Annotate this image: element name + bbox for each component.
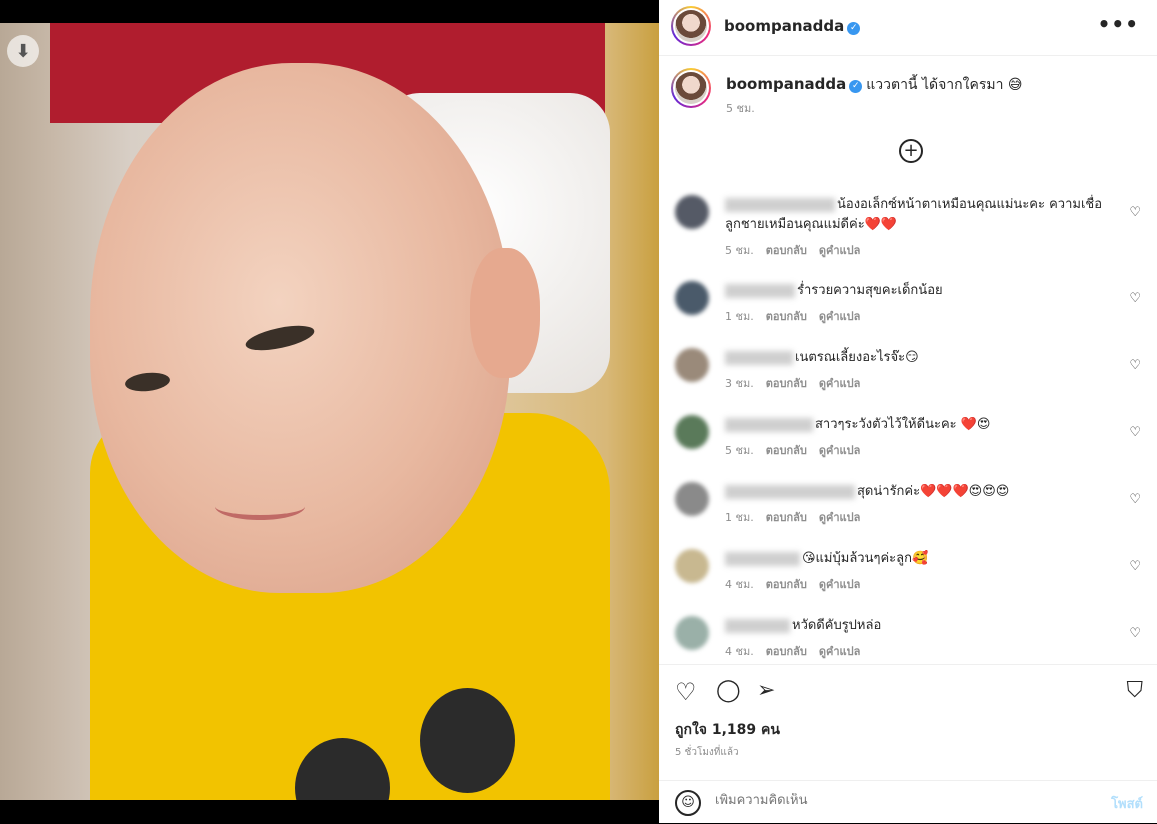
comment-like-icon[interactable]: ♡: [1129, 358, 1141, 373]
author-avatar[interactable]: [671, 6, 711, 46]
verified-badge-icon: ✓: [849, 80, 863, 93]
comment-item: น้องอเล็กซ์หน้าตาเหมือนคุณแม่นะคะ ความเช…: [675, 195, 1145, 257]
comment-item: 😘แม่บุ้มล้วนๆค่ะลูก🥰 4 ชม. ตอบกลับ ดูคำแปล…: [675, 549, 1145, 591]
load-more-comments-button[interactable]: +: [899, 139, 923, 163]
comment-time: 4 ชม.: [725, 645, 754, 658]
emoji-icon[interactable]: ☺: [675, 790, 701, 816]
comment-like-icon[interactable]: ♡: [1129, 559, 1141, 574]
comment-time: 3 ชม.: [725, 377, 754, 390]
comment-time: 5 ชม.: [725, 244, 754, 257]
comment-icon[interactable]: ◯: [716, 678, 741, 703]
actions-divider: [659, 664, 1157, 665]
share-icon[interactable]: ➢: [757, 678, 775, 703]
post-media: ⬇: [0, 0, 659, 823]
comment-text: สาวๆระวังตัวไว้ให้ดีนะคะ ❤️😍: [815, 417, 991, 432]
more-options-icon[interactable]: •••: [1098, 12, 1139, 36]
verified-badge-icon: ✓: [847, 22, 861, 35]
see-translation-button[interactable]: ดูคำแปล: [819, 310, 861, 323]
comment-text: 😘แม่บุ้มล้วนๆค่ะลูก🥰: [802, 551, 929, 566]
commenter-avatar[interactable]: [675, 348, 709, 382]
comment-input[interactable]: [715, 793, 1075, 808]
photo-baby-mouth: [215, 493, 305, 520]
reply-button[interactable]: ตอบกลับ: [766, 377, 807, 390]
comment-text: เนตรณเลี้ยงอะไรจ๊ะ😏: [795, 350, 919, 365]
comment-item: หวัดดีคับรูปหล่อ 4 ชม. ตอบกลับ ดูคำแปล ♡: [675, 616, 1145, 658]
comment-like-icon[interactable]: ♡: [1129, 205, 1141, 220]
caption-text: แววตานี้ ได้จากใครมา 😅: [866, 77, 1023, 93]
caption-time: 5 ชม.: [726, 102, 755, 115]
commenter-username[interactable]: [725, 484, 855, 499]
caption-avatar[interactable]: [671, 68, 711, 108]
post-comment-button[interactable]: โพสต์: [1111, 793, 1143, 814]
see-translation-button[interactable]: ดูคำแปล: [819, 645, 861, 658]
commenter-avatar[interactable]: [675, 549, 709, 583]
reply-button[interactable]: ตอบกลับ: [766, 310, 807, 323]
post-timestamp: 5 ชั่วโมงที่แล้ว: [675, 747, 739, 758]
comment-text: ลูกชายเหมือนคุณแม่ดีค่ะ❤️❤️: [725, 217, 898, 232]
commenter-avatar[interactable]: [675, 482, 709, 516]
post-side-panel: boompanadda ✓ ••• boompanadda ✓ แววตานี้ ได…: [659, 0, 1157, 823]
arrow-down-icon: ⬇: [15, 40, 31, 62]
comment-item: ร่ำรวยความสุขคะเด็กน้อย 1 ชม. ตอบกลับ ดูคำ…: [675, 281, 1145, 323]
reply-button[interactable]: ตอบกลับ: [766, 444, 807, 457]
see-translation-button[interactable]: ดูคำแปล: [819, 578, 861, 591]
author-username[interactable]: boompanadda ✓: [724, 17, 861, 35]
comment-time: 1 ชม.: [725, 511, 754, 524]
comment-time: 4 ชม.: [725, 578, 754, 591]
comment-text: น้องอเล็กซ์หน้าตาเหมือนคุณแม่นะคะ ความเช…: [837, 197, 1103, 212]
comment-text: สุดน่ารักค่ะ❤️❤️❤️😍😍😍: [857, 484, 1010, 499]
comment-text: ร่ำรวยความสุขคะเด็กน้อย: [797, 283, 943, 298]
comment-item: สาวๆระวังตัวไว้ให้ดีนะคะ ❤️😍 5 ชม. ตอบกลั…: [675, 415, 1145, 457]
commenter-username[interactable]: [725, 417, 813, 432]
download-button[interactable]: ⬇: [7, 35, 39, 67]
bookmark-icon[interactable]: ⛉: [1126, 678, 1143, 703]
see-translation-button[interactable]: ดูคำแปล: [819, 377, 861, 390]
commenter-avatar[interactable]: [675, 281, 709, 315]
caption-username[interactable]: boompanadda: [726, 75, 846, 93]
post-header: boompanadda ✓ •••: [659, 0, 1157, 56]
commenter-username[interactable]: [725, 618, 790, 633]
comment-like-icon[interactable]: ♡: [1129, 492, 1141, 507]
photo-baby-ear: [470, 248, 540, 378]
comment-like-icon[interactable]: ♡: [1129, 626, 1141, 641]
comment-text: หวัดดีคับรูปหล่อ: [792, 618, 882, 633]
comment-time: 1 ชม.: [725, 310, 754, 323]
reply-button[interactable]: ตอบกลับ: [766, 244, 807, 257]
commenter-avatar[interactable]: [675, 415, 709, 449]
commenter-username[interactable]: [725, 197, 835, 212]
reply-button[interactable]: ตอบกลับ: [766, 645, 807, 658]
comment-time: 5 ชม.: [725, 444, 754, 457]
caption: boompanadda ✓ แววตานี้ ได้จากใครมา 😅: [726, 74, 1022, 96]
commenter-avatar[interactable]: [675, 616, 709, 650]
post-photo[interactable]: [0, 23, 659, 800]
comment-like-icon[interactable]: ♡: [1129, 291, 1141, 306]
see-translation-button[interactable]: ดูคำแปล: [819, 244, 861, 257]
reply-button[interactable]: ตอบกลับ: [766, 578, 807, 591]
reply-button[interactable]: ตอบกลับ: [766, 511, 807, 524]
commenter-username[interactable]: [725, 551, 800, 566]
comment-item: สุดน่ารักค่ะ❤️❤️❤️😍😍😍 1 ชม. ตอบกลับ ดูคำแป…: [675, 482, 1145, 524]
comment-item: เนตรณเลี้ยงอะไรจ๊ะ😏 3 ชม. ตอบกลับ ดูคำแปล …: [675, 348, 1145, 390]
comment-like-icon[interactable]: ♡: [1129, 425, 1141, 440]
see-translation-button[interactable]: ดูคำแปล: [819, 511, 861, 524]
like-icon[interactable]: ♡: [675, 678, 697, 706]
see-translation-button[interactable]: ดูคำแปล: [819, 444, 861, 457]
add-comment-bar: ☺ โพสต์: [659, 780, 1157, 824]
commenter-username[interactable]: [725, 283, 795, 298]
likes-count[interactable]: ถูกใจ 1,189 คน: [675, 719, 780, 741]
photo-shirt-dot: [420, 688, 515, 793]
commenter-avatar[interactable]: [675, 195, 709, 229]
commenter-username[interactable]: [725, 350, 793, 365]
